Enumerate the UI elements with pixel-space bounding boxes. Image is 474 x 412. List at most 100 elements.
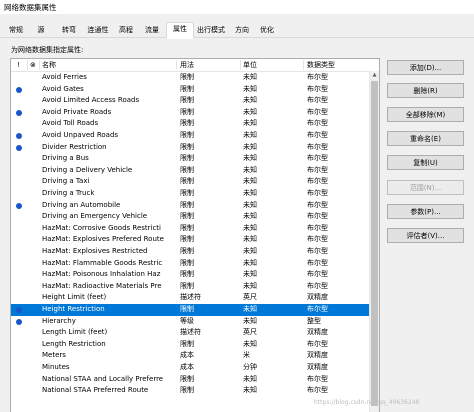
scrollbar-thumb[interactable] (371, 81, 378, 406)
table-row[interactable]: Driving a Bus 限制 未知 布尔型 (11, 153, 379, 165)
add-button[interactable]: 添加(D)... (387, 60, 464, 75)
attribute-usage: 限制 (180, 223, 194, 232)
column-divider[interactable] (303, 60, 304, 70)
default-column-header[interactable]: ⊗ (30, 60, 36, 70)
attribute-usage: 成本 (180, 351, 194, 360)
table-row[interactable]: HazMat: Explosives Prefered Route 限制 未知 布尔型 (11, 234, 379, 246)
attribute-name: Hierarchy (42, 316, 76, 325)
tab-2[interactable]: 转弯 (56, 24, 82, 36)
table-row[interactable]: Meters 成本 米 双精度 (11, 350, 379, 362)
warning-column-header[interactable]: ! (17, 60, 20, 70)
table-row[interactable]: HazMat: Flammable Goods Restric 限制 未知 布尔型 (11, 258, 379, 270)
attribute-unit: 未知 (243, 73, 257, 81)
delete-button[interactable]: 删除(R) (387, 83, 464, 98)
unit-column-header[interactable]: 单位 (243, 60, 257, 70)
attribute-datatype: 布尔型 (307, 235, 328, 244)
evaluators-button[interactable]: 评估者(V)... (387, 228, 464, 243)
attribute-usage: 限制 (180, 96, 194, 105)
attribute-unit: 未知 (243, 339, 257, 348)
rename-button[interactable]: 重命名(E) (387, 131, 464, 146)
tab-3[interactable]: 连通性 (84, 24, 112, 36)
tab-9[interactable]: 优化 (256, 24, 278, 36)
attribute-unit: 未知 (243, 281, 257, 290)
table-row[interactable]: Avoid Toll Roads 限制 未知 布尔型 (11, 118, 379, 130)
tab-6[interactable]: 属性 (166, 22, 194, 39)
attribute-datatype: 布尔型 (307, 84, 328, 93)
attribute-datatype: 布尔型 (307, 212, 328, 221)
remove-all-button[interactable]: 全部移除(M) (387, 107, 464, 122)
column-divider[interactable] (176, 60, 177, 70)
attribute-datatype: 布尔型 (307, 223, 328, 232)
table-row[interactable]: Length Limit (feet) 描述符 英尺 双精度 (11, 327, 379, 339)
tab-1[interactable]: 源 (30, 24, 52, 36)
attribute-name: HazMat: Explosives Restricted (42, 247, 148, 255)
attribute-unit: 米 (243, 351, 250, 360)
table-header: ! ⊗ 名称 用法 单位 数据类型 (11, 59, 379, 72)
default-attribute-icon (16, 144, 22, 151)
attribute-name: Avoid Ferries (42, 73, 87, 81)
attribute-name: Length Limit (feet) (42, 328, 108, 337)
table-row[interactable]: National STAA Preferred Route 限制 未知 布尔型 (11, 385, 379, 397)
attribute-datatype: 布尔型 (307, 305, 328, 313)
attribute-name: National STAA and Locally Preferre (42, 374, 164, 383)
attribute-usage: 限制 (180, 339, 194, 348)
table-row[interactable]: HazMat: Poisonous Inhalation Haz 限制 未知 布尔型 (11, 269, 379, 281)
tab-8[interactable]: 方向 (230, 24, 254, 36)
table-row[interactable]: Avoid Ferries 限制 未知 布尔型 (11, 72, 379, 84)
attribute-datatype: 整型 (307, 316, 321, 325)
tab-7[interactable]: 出行模式 (194, 24, 228, 36)
table-row[interactable]: National STAA and Locally Preferre 限制 未知 布尔… (11, 374, 379, 386)
attribute-usage: 限制 (180, 177, 194, 186)
attribute-usage: 限制 (180, 142, 194, 151)
tab-0[interactable]: 常规 (4, 24, 28, 36)
attribute-usage: 限制 (180, 374, 194, 383)
attribute-usage: 限制 (180, 131, 194, 139)
attribute-usage: 等级 (180, 316, 194, 325)
attribute-unit: 未知 (243, 189, 257, 197)
attribute-unit: 未知 (243, 212, 257, 221)
table-row[interactable]: Hierarchy 等级 未知 整型 (11, 316, 379, 328)
parameters-button[interactable]: 参数(P)... (387, 204, 464, 219)
table-row[interactable]: HazMat: Radioactive Materials Pre 限制 未知 布尔型 (11, 281, 379, 293)
table-row[interactable]: Height Limit (feet) 描述符 英尺 双精度 (11, 292, 379, 304)
tab-4[interactable]: 高程 (114, 24, 138, 36)
table-row[interactable]: Avoid Limited Access Roads 限制 未知 布尔型 (11, 95, 379, 107)
default-attribute-icon (16, 86, 22, 93)
vertical-scrollbar[interactable]: ▲ (369, 71, 379, 412)
table-row[interactable]: Divider Restriction 限制 未知 布尔型 (11, 142, 379, 154)
duplicate-button[interactable]: 复制(U) (387, 155, 464, 170)
name-column-header[interactable]: 名称 (42, 60, 56, 70)
column-divider[interactable] (39, 60, 40, 70)
table-row[interactable]: Avoid Unpaved Roads 限制 未知 布尔型 (11, 130, 379, 142)
attribute-usage: 限制 (180, 212, 194, 221)
usage-column-header[interactable]: 用法 (180, 60, 194, 70)
attribute-name: Height Limit (feet) (42, 293, 107, 302)
table-row[interactable]: Driving a Delivery Vehicle 限制 未知 布尔型 (11, 165, 379, 177)
attribute-datatype: 布尔型 (307, 142, 328, 151)
tab-5[interactable]: 流量 (140, 24, 164, 36)
attributes-table[interactable]: ! ⊗ 名称 用法 单位 数据类型 Avoid Ferries 限制 未知 布尔型 Av… (10, 58, 380, 412)
table-row[interactable]: Driving a Truck 限制 未知 布尔型 (11, 188, 379, 200)
attribute-datatype: 布尔型 (307, 73, 328, 81)
attribute-name: Divider Restriction (42, 142, 107, 151)
table-row[interactable]: Avoid Gates 限制 未知 布尔型 (11, 84, 379, 96)
attribute-name: Length Restriction (42, 339, 106, 348)
attribute-datatype: 布尔型 (307, 339, 328, 348)
column-divider[interactable] (240, 60, 241, 70)
table-row[interactable]: Driving an Emergency Vehicle 限制 未知 布尔型 (11, 211, 379, 223)
table-row[interactable]: HazMat: Corrosive Goods Restricti 限制 未知 布尔型 (11, 223, 379, 235)
datatype-column-header[interactable]: 数据类型 (307, 60, 335, 70)
table-row[interactable]: Height Restriction 限制 未知 布尔型 (11, 304, 379, 316)
attribute-name: Driving an Emergency Vehicle (42, 212, 148, 221)
ranges-button[interactable]: 范围(N)... (387, 180, 464, 195)
table-row[interactable]: Length Restriction 限制 未知 布尔型 (11, 339, 379, 351)
scroll-up-arrow-icon[interactable]: ▲ (370, 71, 379, 80)
table-row[interactable]: Avoid Private Roads 限制 未知 布尔型 (11, 107, 379, 119)
attribute-unit: 未知 (243, 119, 257, 128)
column-divider[interactable] (27, 60, 28, 70)
table-row[interactable]: Driving an Automobile 限制 未知 布尔型 (11, 200, 379, 212)
table-row[interactable]: Driving a Taxi 限制 未知 布尔型 (11, 176, 379, 188)
table-row[interactable]: HazMat: Explosives Restricted 限制 未知 布尔型 (11, 246, 379, 258)
attribute-datatype: 布尔型 (307, 247, 328, 255)
table-row[interactable]: Minutes 成本 分钟 双精度 (11, 362, 379, 374)
